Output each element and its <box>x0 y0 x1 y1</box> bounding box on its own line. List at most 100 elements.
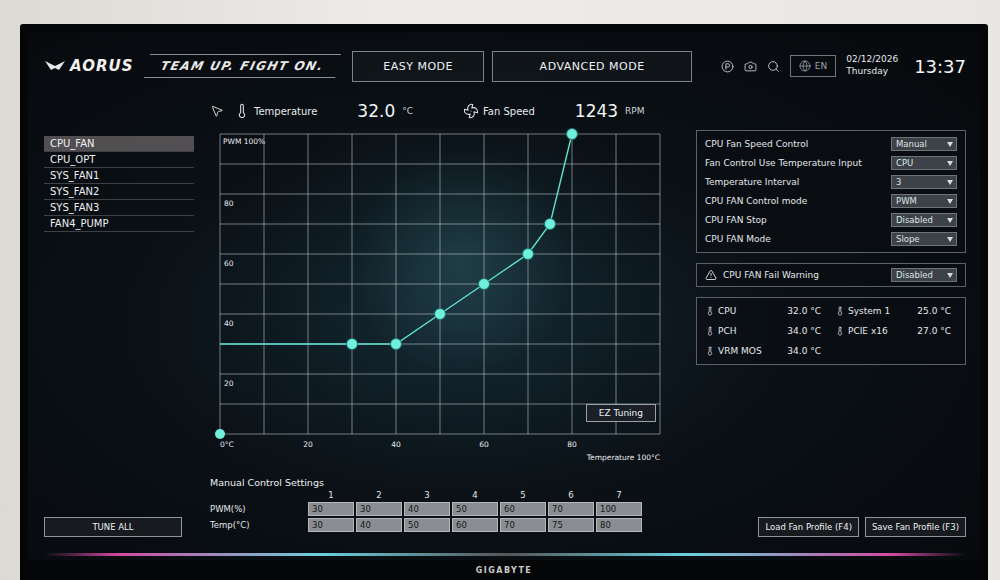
grid-line <box>220 134 660 135</box>
warning-icon <box>705 269 717 281</box>
setting-dropdown[interactable]: Slope <box>891 232 957 246</box>
camera-icon[interactable] <box>744 60 757 73</box>
accent-line <box>44 553 966 556</box>
setting-row: CPU Fan Speed ControlManual <box>705 137 957 151</box>
mode-tab[interactable]: ADVANCED MODE <box>492 51 692 82</box>
value-field[interactable]: 70 <box>500 518 546 532</box>
value-field[interactable]: 70 <box>548 502 594 516</box>
parking-icon[interactable] <box>721 60 734 73</box>
setting-row: CPU FAN ModeSlope <box>705 232 957 246</box>
x-axis-label: Temperature 100°C <box>586 453 660 462</box>
grid-line <box>220 374 660 375</box>
sensor-reading: PCIE x1627.0 °C <box>835 326 957 336</box>
column-header: 7 <box>596 490 642 500</box>
fail-warning-row: CPU FAN Fail WarningDisabled <box>696 263 966 287</box>
fan-curve-line <box>220 134 572 344</box>
banner: TEAM UP. FIGHT ON. <box>144 54 341 78</box>
x-tick: 80 <box>567 440 577 449</box>
globe-icon <box>799 60 811 72</box>
grid-line <box>220 284 660 285</box>
date: 02/12/2026Thursday <box>846 54 898 77</box>
table-header: 1234567 <box>210 490 680 500</box>
value-field[interactable]: 60 <box>452 518 498 532</box>
value-field[interactable]: 40 <box>404 502 450 516</box>
value-field[interactable]: 80 <box>596 518 642 532</box>
sensor-reading: PCH34.0 °C <box>705 326 827 336</box>
curve-point[interactable] <box>479 279 490 290</box>
setting-dropdown[interactable]: CPU <box>891 156 957 170</box>
grid-line <box>220 254 660 255</box>
cursor-icon <box>210 104 224 118</box>
x-tick: 60 <box>479 440 489 449</box>
setting-dropdown[interactable]: Manual <box>891 137 957 151</box>
value-field[interactable]: 75 <box>548 518 594 532</box>
search-icon[interactable] <box>767 60 780 73</box>
load-profile-button[interactable]: Load Fan Profile (F4) <box>758 517 859 537</box>
ez-tuning-button[interactable]: EZ Tuning <box>586 404 656 422</box>
monitor: AORUS TEAM UP. FIGHT ON. EASY MODE ADVANCED… <box>20 24 988 580</box>
table-row: PWM(%)303040506070100 <box>210 502 680 516</box>
temperature-readout: Temperature32.0°C <box>234 101 453 121</box>
fan-list-item[interactable]: SYS_FAN1 <box>44 168 194 184</box>
grid-line <box>220 224 660 225</box>
curve-point[interactable] <box>545 219 556 230</box>
fan-list-item[interactable]: CPU_FAN <box>44 136 194 152</box>
curve-point[interactable] <box>347 339 358 350</box>
bottom-bar: TUNE ALLManual Control Settings1234567PW… <box>44 477 966 549</box>
bios-screen: AORUS TEAM UP. FIGHT ON. EASY MODE ADVANCED… <box>28 32 980 560</box>
sensor-reading: VRM MOS34.0 °C <box>705 346 827 356</box>
warning-dropdown[interactable]: Disabled <box>891 268 957 282</box>
thermometer-icon <box>835 306 845 316</box>
curve-point[interactable] <box>391 339 402 350</box>
language-button[interactable]: EN <box>790 55 836 77</box>
value-field[interactable]: 30 <box>308 502 354 516</box>
fan-curve-chart[interactable]: PWM 100%806040200°C20406080Temperature 1… <box>210 128 670 464</box>
column-header: 3 <box>404 490 450 500</box>
table-row: Temp(°C)30405060707580 <box>210 518 680 532</box>
photo-background: AORUS TEAM UP. FIGHT ON. EASY MODE ADVANCED… <box>0 0 1000 580</box>
sensor-reading: CPU32.0 °C <box>705 306 827 316</box>
setting-row: CPU FAN StopDisabled <box>705 213 957 227</box>
column-header: 2 <box>356 490 402 500</box>
value-field[interactable]: 100 <box>596 502 642 516</box>
curve-point[interactable] <box>435 309 446 320</box>
y-axis-label: PWM 100% <box>223 137 265 146</box>
fan-list-item[interactable]: CPU_OPT <box>44 152 194 168</box>
fan-icon <box>463 103 479 119</box>
fan-list-item[interactable]: FAN4_PUMP <box>44 216 194 232</box>
curve-point[interactable] <box>567 129 578 140</box>
value-field[interactable]: 60 <box>500 502 546 516</box>
mode-tab[interactable]: EASY MODE <box>352 51 484 82</box>
y-tick: 20 <box>224 379 234 388</box>
value-field[interactable]: 30 <box>308 518 354 532</box>
clock: 13:37 <box>914 56 966 77</box>
tune-all-button[interactable]: TUNE ALL <box>44 517 182 537</box>
column-header: 4 <box>452 490 498 500</box>
setting-dropdown[interactable]: PWM <box>891 194 957 208</box>
readout-bar: Temperature32.0°C Fan Speed1243RPM <box>44 98 966 124</box>
value-field[interactable]: 50 <box>452 502 498 516</box>
thermometer-icon <box>835 326 845 336</box>
curve-point[interactable] <box>523 249 534 260</box>
save-profile-button[interactable]: Save Fan Profile (F3) <box>865 517 966 537</box>
y-tick: 60 <box>224 259 234 268</box>
grid-line <box>220 164 660 165</box>
fan-settings-panel: CPU Fan Speed ControlManualFan Control U… <box>696 130 966 253</box>
fan-list-item[interactable]: SYS_FAN2 <box>44 184 194 200</box>
setting-dropdown[interactable]: Disabled <box>891 213 957 227</box>
column-header: 1 <box>308 490 354 500</box>
value-field[interactable]: 50 <box>404 518 450 532</box>
y-tick: 80 <box>224 199 234 208</box>
x-tick: 0°C <box>220 440 234 449</box>
logo: AORUS <box>44 57 133 75</box>
fan-list-item[interactable]: SYS_FAN3 <box>44 200 194 216</box>
x-tick: 20 <box>303 440 313 449</box>
x-tick: 40 <box>391 440 401 449</box>
setting-dropdown[interactable]: 3 <box>891 175 957 189</box>
setting-row: Temperature Interval3 <box>705 175 957 189</box>
sensor-reading: System 125.0 °C <box>835 306 957 316</box>
value-field[interactable]: 40 <box>356 518 402 532</box>
value-field[interactable]: 30 <box>356 502 402 516</box>
fan-speed-readout: Fan Speed1243RPM <box>463 101 685 121</box>
aorus-eagle-icon <box>44 59 66 73</box>
